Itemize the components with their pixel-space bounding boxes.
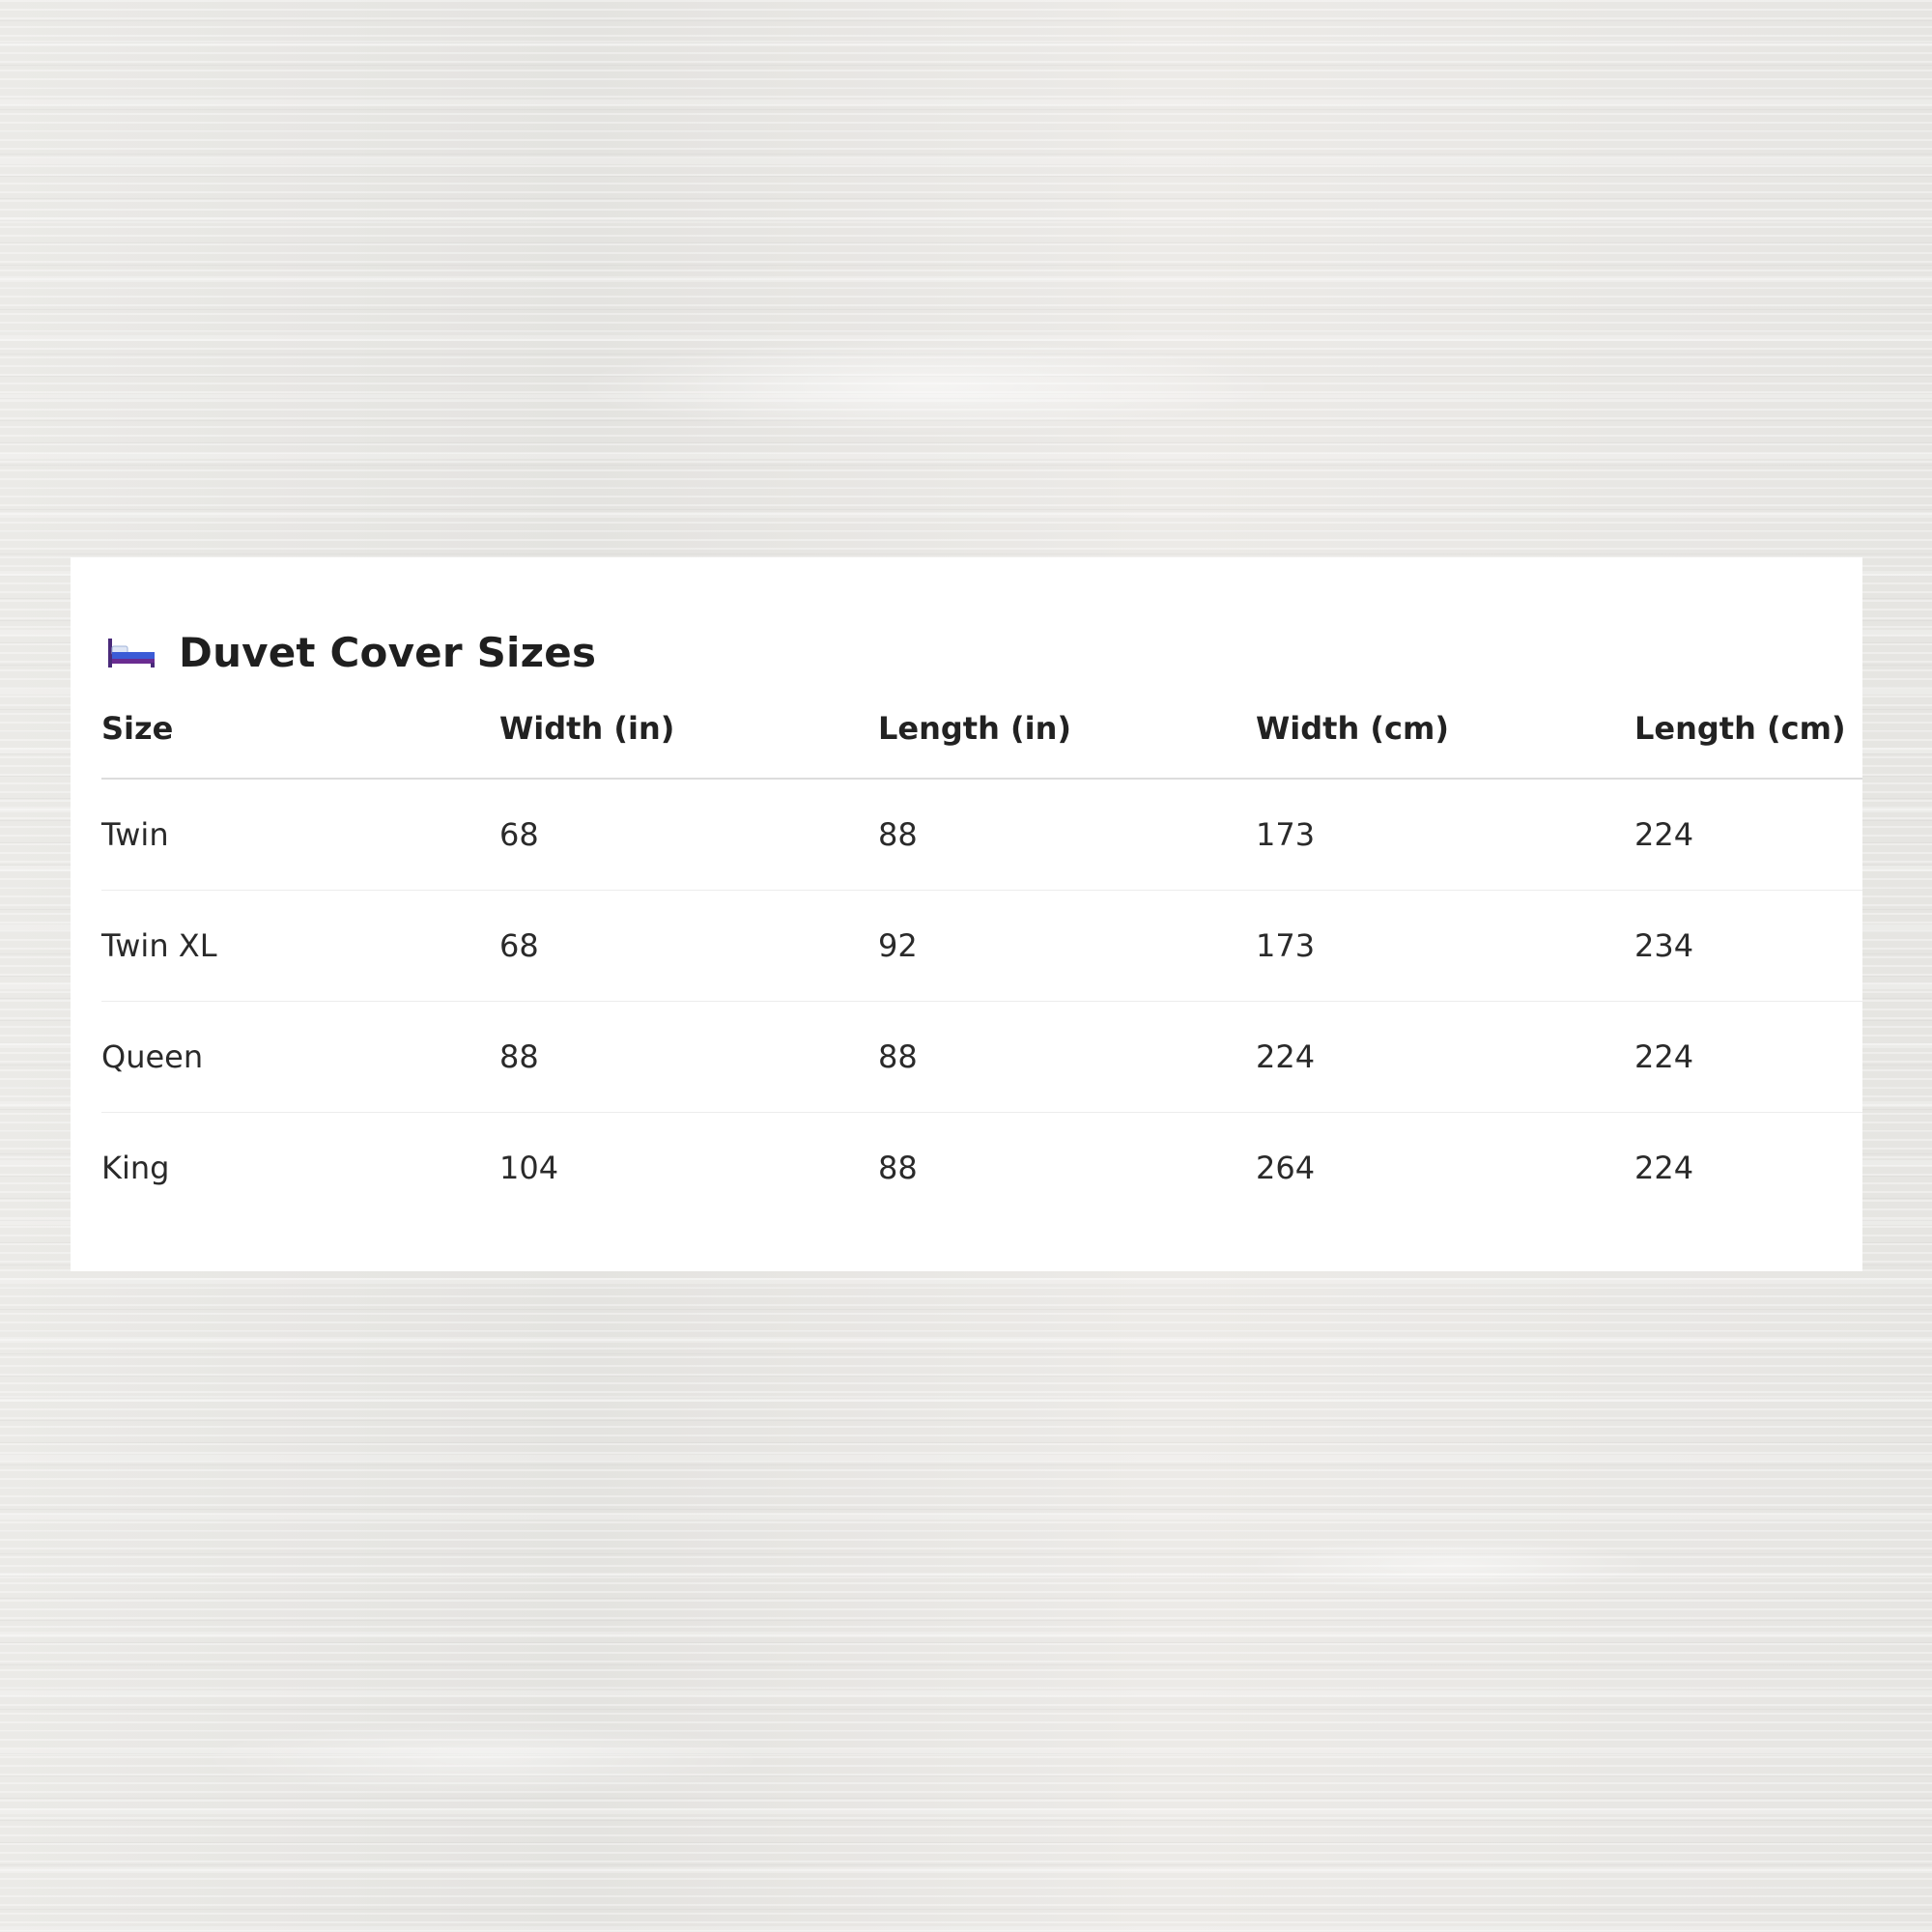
cell-length-cm: 234 [1634, 890, 1862, 1002]
cell-length-in: 88 [878, 779, 1256, 891]
card-title: Duvet Cover Sizes [179, 628, 597, 676]
cell-width-in: 104 [499, 1150, 559, 1186]
table-row: Twin 68 88 173 224 [101, 779, 1862, 891]
header-width-in: Width (in) [499, 700, 878, 780]
size-table: Size Width (in) Length (in) Width (cm) L… [101, 700, 1862, 1223]
bed-icon [108, 639, 155, 668]
cell-width-cm: 264 [1256, 1150, 1316, 1186]
cell-length-in: 92 [878, 890, 1256, 1002]
cell-width-in: 88 [499, 1001, 878, 1113]
header-width-cm: Width (cm) [1256, 700, 1634, 780]
cell-width-cm: 173 [1256, 779, 1634, 891]
cell-width-cm: 173 [1256, 890, 1634, 1002]
table-row: King 104 88 264 224 [101, 1113, 1862, 1224]
cell-length-cm: 224 [1634, 1150, 1694, 1186]
cell-length-cm: 224 [1634, 779, 1862, 891]
cell-width-cm: 224 [1256, 1001, 1634, 1113]
cell-length-in: 88 [878, 1001, 1256, 1113]
cell-width-in: 68 [499, 779, 878, 891]
header-size: Size [101, 700, 499, 780]
cell-length-in: 88 [878, 1150, 918, 1186]
table-header-row: Size Width (in) Length (in) Width (cm) L… [101, 700, 1862, 780]
header-length-cm: Length (cm) [1634, 700, 1862, 780]
cell-size: Twin [101, 779, 499, 891]
table-row: Twin XL 68 92 173 234 [101, 890, 1862, 1002]
size-chart-card: Duvet Cover Sizes Size Width (in) Length… [71, 557, 1862, 1271]
card-header: Duvet Cover Sizes [107, 625, 596, 679]
cell-length-cm: 224 [1634, 1001, 1862, 1113]
cell-size: Queen [101, 1001, 499, 1113]
cell-size: King [101, 1150, 170, 1186]
header-length-in: Length (in) [878, 700, 1256, 780]
cell-size: Twin XL [101, 890, 499, 1002]
cell-width-in: 68 [499, 890, 878, 1002]
table-row: Queen 88 88 224 224 [101, 1001, 1862, 1113]
